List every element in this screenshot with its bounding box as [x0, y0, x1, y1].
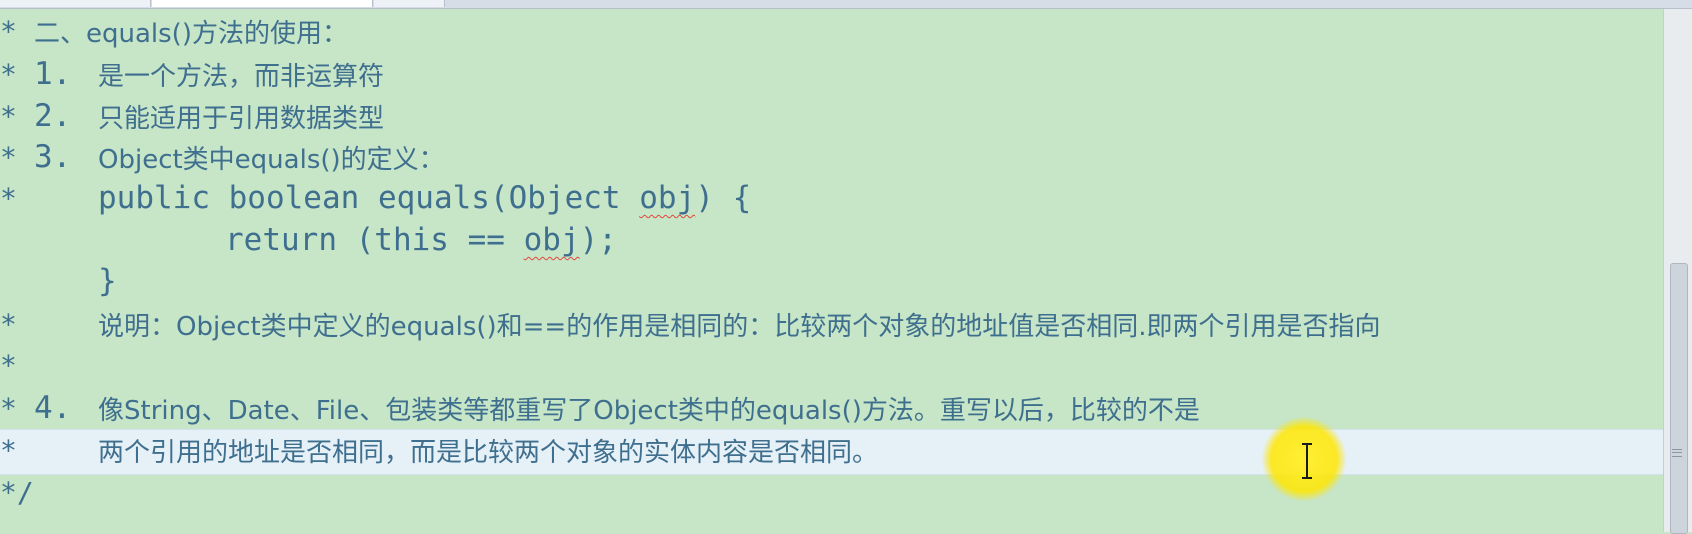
code-editor[interactable]: * 二、equals()方法的使用： * 1. 是一个方法，而非运算符 * 2.… [0, 9, 1664, 532]
code-line: * 2. 只能适用于引用数据类型 [0, 96, 1664, 140]
comment-end-marker: */ [0, 476, 34, 509]
vertical-scrollbar[interactable] [1663, 9, 1692, 534]
code-text: ); [579, 222, 617, 258]
code-line: } [0, 261, 1664, 305]
line-text: 是一个方法，而非运算符 [98, 62, 385, 92]
code-line: * 说明：Object类中定义的equals()和==的作用是相同的：比较两个对… [0, 304, 1664, 348]
code-text: return (this == [225, 222, 524, 258]
code-text: public boolean equals(Object [98, 180, 640, 216]
comment-text: 只能适用于引用数据类型 [98, 98, 384, 135]
list-number: 2. [34, 98, 72, 134]
line-text: 只能适用于引用数据类型 [98, 104, 385, 134]
code-line: * 3. Object类中equals()的定义： [0, 137, 1664, 181]
spelling-warning-word: obj [639, 180, 696, 216]
list-number: 1. [34, 56, 72, 92]
editor-tab[interactable] [374, 0, 445, 7]
comment-marker: * [0, 100, 17, 133]
comment-marker: * [0, 349, 17, 382]
list-number: 3. [34, 139, 72, 175]
code-snippet: return (this == obj); [225, 222, 617, 258]
code-line: * [0, 345, 1664, 389]
list-number: 4. [34, 390, 72, 426]
comment-text: 两个引用的地址是否相同，而是比较两个对象的实体内容是否相同。 [98, 432, 878, 469]
comment-text: Object类中equals()的定义： [98, 139, 445, 176]
code-text: ) { [695, 180, 752, 216]
comment-marker: * [0, 182, 17, 215]
grip-icon [1672, 449, 1682, 457]
comment-marker: * [0, 141, 17, 174]
code-line: */ [0, 472, 1664, 516]
spelling-warning-word: obj [523, 222, 580, 258]
code-line: * 4. 像String、Date、File、包装类等都重写了Object类中的… [0, 388, 1664, 432]
code-line: * 1. 是一个方法，而非运算符 [0, 54, 1664, 98]
comment-marker: * [0, 308, 17, 341]
code-snippet: public boolean equals(Object obj) { [98, 180, 751, 216]
editor-tab-active[interactable] [152, 0, 373, 7]
comment-marker: * [0, 58, 17, 91]
code-text: } [98, 263, 117, 299]
comment-text: 是一个方法，而非运算符 [98, 56, 384, 93]
comment-text: 二、equals()方法的使用： [34, 13, 348, 50]
line-text: 二、equals()方法的使用： [34, 19, 348, 49]
comment-marker: * [0, 15, 17, 48]
editor-tab-bar [0, 0, 1692, 9]
comment-marker: * [0, 392, 17, 425]
comment-text: 说明：Object类中定义的equals()和==的作用是相同的：比较两个对象的… [98, 306, 1380, 343]
line-text: 两个引用的地址是否相同，而是比较两个对象的实体内容是否相同。 [98, 438, 879, 468]
line-text: Object类中equals()的定义： [98, 145, 445, 175]
code-line: return (this == obj); [0, 220, 1664, 264]
current-line[interactable]: * 两个引用的地址是否相同，而是比较两个对象的实体内容是否相同。 [0, 429, 1664, 475]
ibeam-cursor-icon [1302, 443, 1312, 479]
editor-tab[interactable] [0, 0, 151, 7]
comment-text: 像String、Date、File、包装类等都重写了Object类中的equal… [98, 390, 1200, 427]
code-line: * 二、equals()方法的使用： [0, 11, 1664, 55]
comment-marker: * [0, 434, 17, 467]
code-line: * public boolean equals(Object obj) { [0, 178, 1664, 222]
line-text: 像String、Date、File、包装类等都重写了Object类中的equal… [98, 396, 1200, 426]
scrollbar-thumb[interactable] [1670, 263, 1688, 534]
line-text: 说明：Object类中定义的equals()和==的作用是相同的：比较两个对象的… [98, 312, 1381, 342]
